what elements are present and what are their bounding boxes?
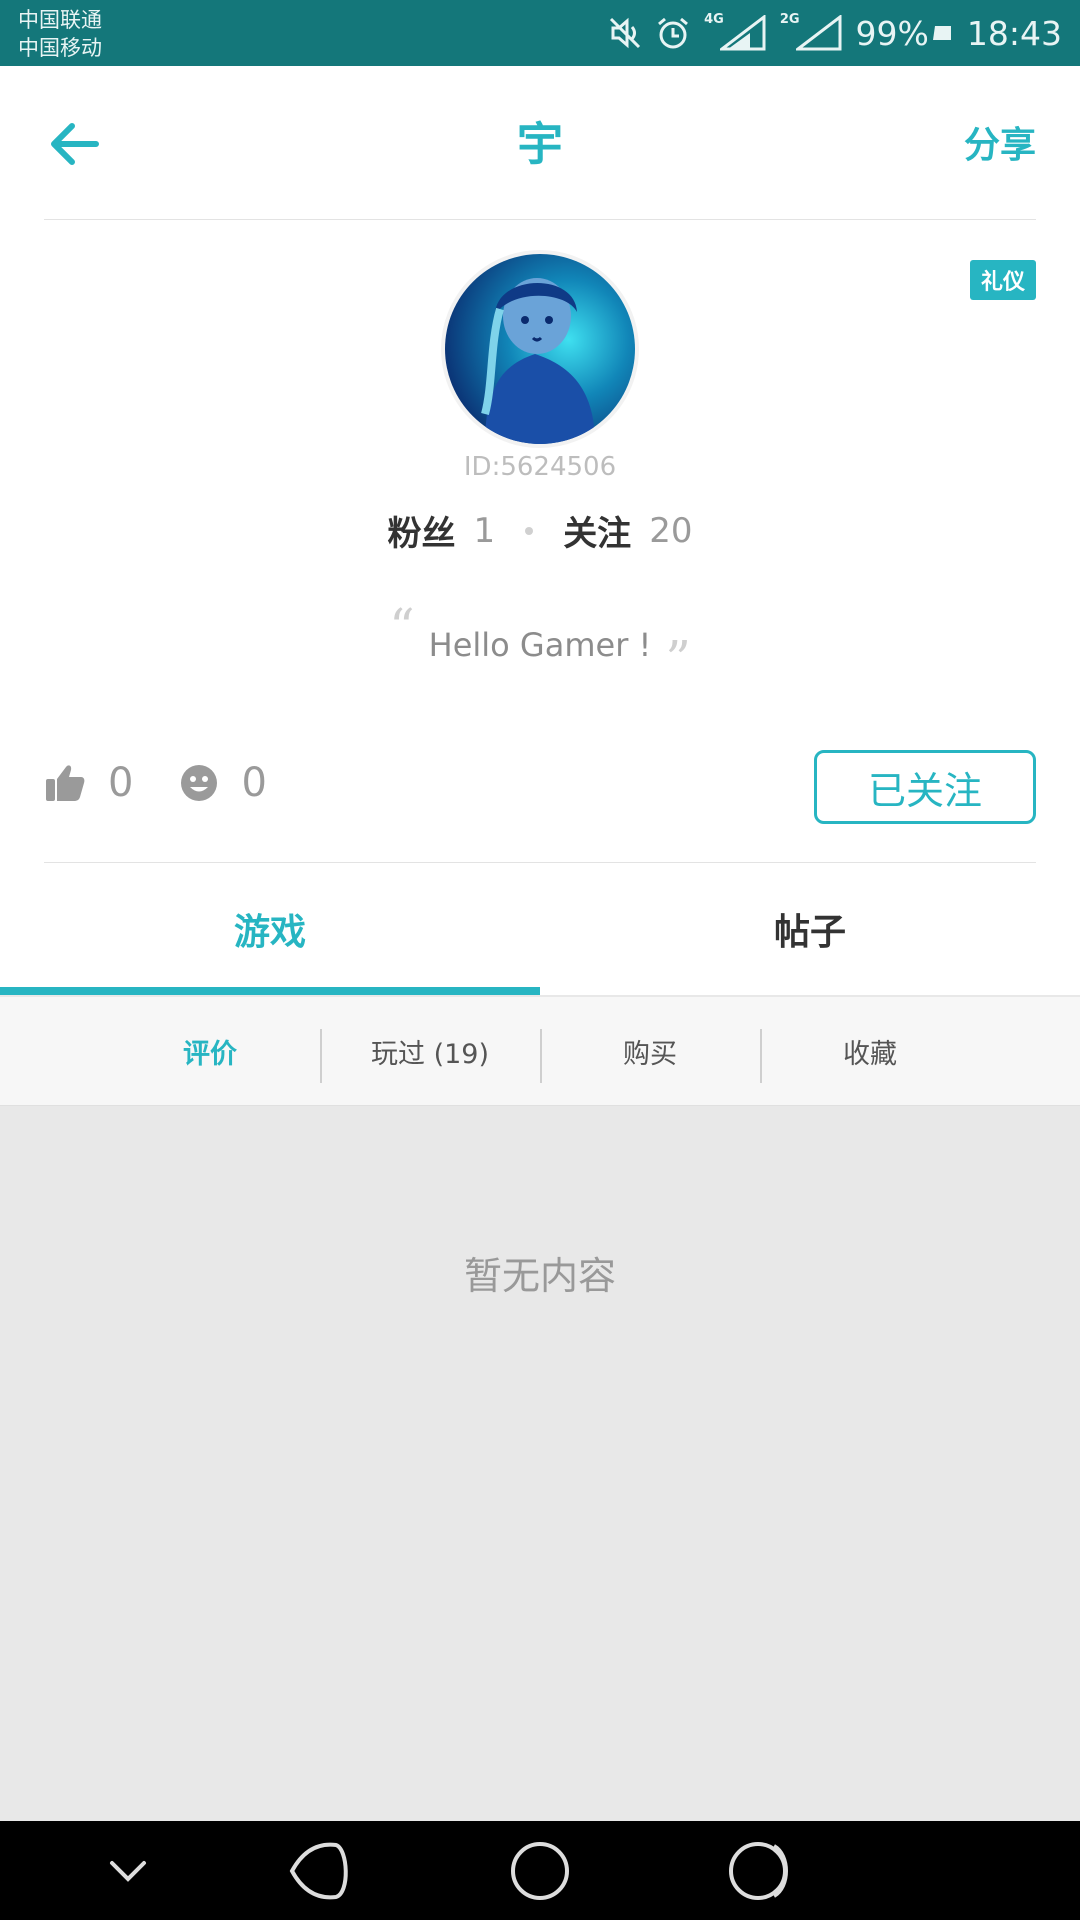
chevron-down-icon[interactable] xyxy=(94,1837,162,1905)
tab-indicator xyxy=(0,987,540,995)
open-quote-icon: “ xyxy=(389,598,415,656)
bio-text: Hello Gamer ! xyxy=(428,626,652,664)
system-nav-bar xyxy=(0,1821,1080,1920)
app-header: 宇 分享 xyxy=(0,66,1080,220)
sub-tabs: 评价 玩过 (19) 购买 收藏 xyxy=(0,997,1080,1106)
recent-apps-icon[interactable] xyxy=(726,1837,794,1905)
bio: “ Hello Gamer ! ” xyxy=(0,598,1080,688)
stats-separator xyxy=(525,526,534,535)
close-quote-icon: ” xyxy=(665,630,691,688)
clock: 18:43 xyxy=(966,13,1062,53)
follow-stats: 粉丝 1 关注 20 xyxy=(0,506,1080,555)
subtab-played[interactable]: 玩过 (19) xyxy=(320,997,540,1105)
tab-posts[interactable]: 帖子 xyxy=(540,863,1080,995)
main-tabs: 游戏 帖子 xyxy=(0,863,1080,995)
mute-icon xyxy=(610,17,641,49)
back-triangle-icon[interactable] xyxy=(286,1837,354,1905)
fans-count[interactable]: 1 xyxy=(474,511,496,551)
signal-2-icon xyxy=(795,15,842,51)
battery-icon xyxy=(932,26,951,40)
avatar-image xyxy=(445,254,635,444)
arrow-left-icon[interactable] xyxy=(46,114,106,174)
subtab-purchased[interactable]: 购买 xyxy=(540,997,760,1105)
subtab-favorites[interactable]: 收藏 xyxy=(760,997,980,1105)
network-2-label: 2G xyxy=(779,11,800,27)
carrier-1: 中国联通 xyxy=(18,8,102,32)
badge[interactable]: 礼仪 xyxy=(969,260,1036,300)
status-bar: 中国联通 中国移动 4G 2G 99% 18:43 xyxy=(0,0,1080,66)
empty-state-text: 暂无内容 xyxy=(463,1254,616,1298)
profile-section: 礼仪 ID:5624506 粉丝 1 关注 20 “ Hello Gamer !… xyxy=(0,220,1080,863)
battery-percent: 99% xyxy=(855,13,929,53)
tab-games[interactable]: 游戏 xyxy=(0,863,540,995)
fans-label[interactable]: 粉丝 xyxy=(388,506,456,555)
smile-icon[interactable] xyxy=(179,763,219,803)
alarm-icon xyxy=(658,17,689,49)
carrier-info: 中国联通 中国移动 xyxy=(18,6,102,62)
follow-button[interactable]: 已关注 xyxy=(814,750,1036,824)
avatar[interactable] xyxy=(441,250,639,448)
signal-icon xyxy=(719,15,766,51)
following-label[interactable]: 关注 xyxy=(563,506,631,555)
smiles-count: 0 xyxy=(241,760,267,806)
reactions: 0 0 xyxy=(44,760,313,806)
network-1-label: 4G xyxy=(704,11,724,27)
subtab-reviews[interactable]: 评价 xyxy=(100,997,320,1105)
user-id: ID:5624506 xyxy=(463,452,617,482)
home-circle-icon[interactable] xyxy=(506,1837,574,1905)
thumbs-up-icon[interactable] xyxy=(44,763,86,803)
following-count[interactable]: 20 xyxy=(649,511,692,551)
status-icons: 4G 2G 99% 18:43 xyxy=(608,0,1062,66)
share-button[interactable]: 分享 xyxy=(964,116,1036,168)
page-title: 宇 xyxy=(517,117,563,171)
carrier-2: 中国移动 xyxy=(18,36,102,60)
likes-count: 0 xyxy=(108,760,134,806)
